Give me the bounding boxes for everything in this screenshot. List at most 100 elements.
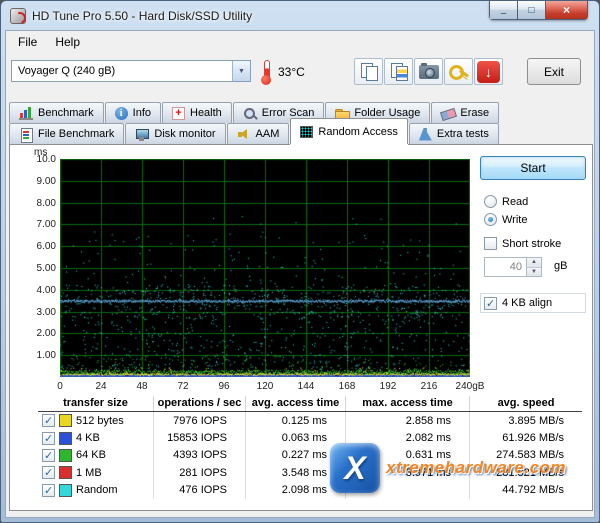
tab-label: Erase	[460, 107, 489, 119]
tab-label: File Benchmark	[38, 128, 114, 140]
check-icon: ✓	[44, 466, 53, 479]
read-label: Read	[502, 196, 528, 208]
download-arrow-icon: ↓	[477, 61, 500, 83]
y-tick: 3.00	[37, 307, 56, 318]
row-checkbox[interactable]: ✓	[42, 484, 55, 497]
menu-item-file[interactable]: File	[9, 32, 46, 52]
ops-value: 281 IOPS	[154, 464, 246, 481]
x-tick: 0	[57, 381, 63, 392]
y-tick: 1.00	[37, 350, 56, 361]
menubar: File Help	[6, 31, 594, 52]
tab-random-access[interactable]: Random Access	[290, 118, 407, 144]
tab-info[interactable]: iInfo	[105, 102, 161, 123]
check-icon: ✓	[44, 484, 53, 497]
y-axis-labels: 10.09.008.007.006.005.004.003.002.001.00	[14, 145, 56, 385]
tab-health[interactable]: + Health	[162, 102, 232, 123]
hd-tune-window: HD Tune Pro 5.50 - Hard Disk/SSD Utility…	[0, 0, 600, 523]
tab-extra-tests[interactable]: Extra tests	[409, 123, 499, 144]
check-icon: ✓	[44, 414, 53, 427]
transfer-size-label: Random	[76, 484, 118, 496]
x-tick: 48	[136, 381, 147, 392]
y-tick: 4.00	[37, 285, 56, 296]
row-checkbox[interactable]: ✓	[42, 432, 55, 445]
y-tick: 7.00	[37, 219, 56, 230]
ops-value: 15853 IOPS	[154, 429, 246, 446]
align-option: ✓ 4 KB align	[480, 293, 586, 313]
series-color-swatch	[59, 414, 72, 427]
minimize-button[interactable]: –	[489, 1, 518, 20]
max-access-value: 2.858 ms	[346, 412, 470, 429]
x-tick: 72	[177, 381, 188, 392]
keys-button[interactable]	[444, 58, 473, 85]
copy-icon	[360, 63, 378, 80]
capacity-input[interactable]: 40 ▲ ▼	[484, 257, 542, 277]
magnifier-icon	[243, 107, 257, 120]
exit-button[interactable]: Exit	[527, 58, 581, 85]
watermark: X xtremehardware.com	[330, 443, 566, 493]
flask-icon	[419, 128, 432, 141]
capacity-value[interactable]: 40	[485, 258, 526, 276]
ops-value: 476 IOPS	[154, 482, 246, 499]
watermark-text: xtremehardware.com	[386, 458, 566, 478]
toolbar: Voyager Q (240 gB) ▼ 33°C ↓ Exit	[6, 52, 594, 94]
short-stroke-option: ✓ Short stroke	[484, 237, 561, 250]
tab-disk-monitor[interactable]: Disk monitor	[125, 123, 225, 144]
maximize-button[interactable]: □	[518, 1, 546, 20]
copy-image-icon	[390, 63, 408, 80]
tab-label: Health	[190, 107, 222, 119]
tab-row-2: File Benchmark Disk monitor AAM Random A…	[9, 123, 500, 144]
chevron-down-icon[interactable]: ▼	[232, 61, 250, 81]
table-row: ✓ 512 bytes 7976 IOPS 0.125 ms 2.858 ms …	[38, 412, 582, 429]
write-label: Write	[502, 214, 527, 226]
row-checkbox[interactable]: ✓	[42, 414, 55, 427]
camera-icon	[419, 65, 439, 79]
tab-file-benchmark[interactable]: File Benchmark	[9, 123, 124, 144]
results-table-header: transfer size operations / sec avg. acce…	[38, 396, 582, 412]
y-tick: 6.00	[37, 241, 56, 252]
screenshot-button[interactable]	[414, 58, 443, 85]
series-color-swatch	[59, 466, 72, 479]
save-results-button[interactable]: ↓	[474, 58, 503, 85]
chart-area	[60, 159, 470, 377]
avg-access-value: 0.125 ms	[246, 412, 346, 429]
align-label: 4 KB align	[502, 297, 552, 309]
check-icon: ✓	[486, 297, 495, 310]
benchmark-icon	[19, 107, 33, 120]
menu-item-help[interactable]: Help	[46, 32, 89, 52]
copy-text-button[interactable]	[354, 58, 383, 85]
y-tick: 5.00	[37, 263, 56, 274]
minimize-icon: –	[501, 8, 507, 19]
x-tick: 240gB	[456, 381, 485, 392]
tab-erase[interactable]: Erase	[431, 102, 499, 123]
spin-up-button[interactable]: ▲	[527, 258, 541, 267]
col-transfer-size-header: transfer size	[38, 396, 154, 411]
row-checkbox[interactable]: ✓	[42, 449, 55, 462]
file-benchmark-icon	[19, 128, 33, 141]
read-radio[interactable]	[484, 195, 497, 208]
tab-aam[interactable]: AAM	[227, 123, 290, 144]
temperature-label: 33°C	[278, 65, 305, 79]
write-option: Write	[484, 213, 527, 226]
start-button[interactable]: Start	[480, 156, 586, 180]
transfer-size-label: 64 KB	[76, 449, 106, 461]
y-tick: 2.00	[37, 328, 56, 339]
spin-down-button[interactable]: ▼	[527, 267, 541, 277]
close-icon: ×	[563, 3, 570, 17]
info-glyph: i	[120, 108, 123, 119]
read-option: Read	[484, 195, 528, 208]
align-checkbox[interactable]: ✓	[484, 297, 497, 310]
keys-icon	[448, 62, 470, 82]
health-icon: +	[172, 107, 185, 120]
window-title: HD Tune Pro 5.50 - Hard Disk/SSD Utility	[32, 9, 252, 23]
series-color-swatch	[59, 449, 72, 462]
drive-select[interactable]: Voyager Q (240 gB) ▼	[11, 60, 251, 82]
random-access-icon	[300, 126, 313, 138]
write-radio[interactable]	[484, 213, 497, 226]
copy-image-button[interactable]	[384, 58, 413, 85]
row-checkbox[interactable]: ✓	[42, 466, 55, 479]
x-tick: 168	[339, 381, 356, 392]
tab-benchmark[interactable]: Benchmark	[9, 102, 104, 123]
x-tick: 192	[380, 381, 397, 392]
short-stroke-checkbox[interactable]: ✓	[484, 237, 497, 250]
close-button[interactable]: ×	[546, 1, 588, 20]
